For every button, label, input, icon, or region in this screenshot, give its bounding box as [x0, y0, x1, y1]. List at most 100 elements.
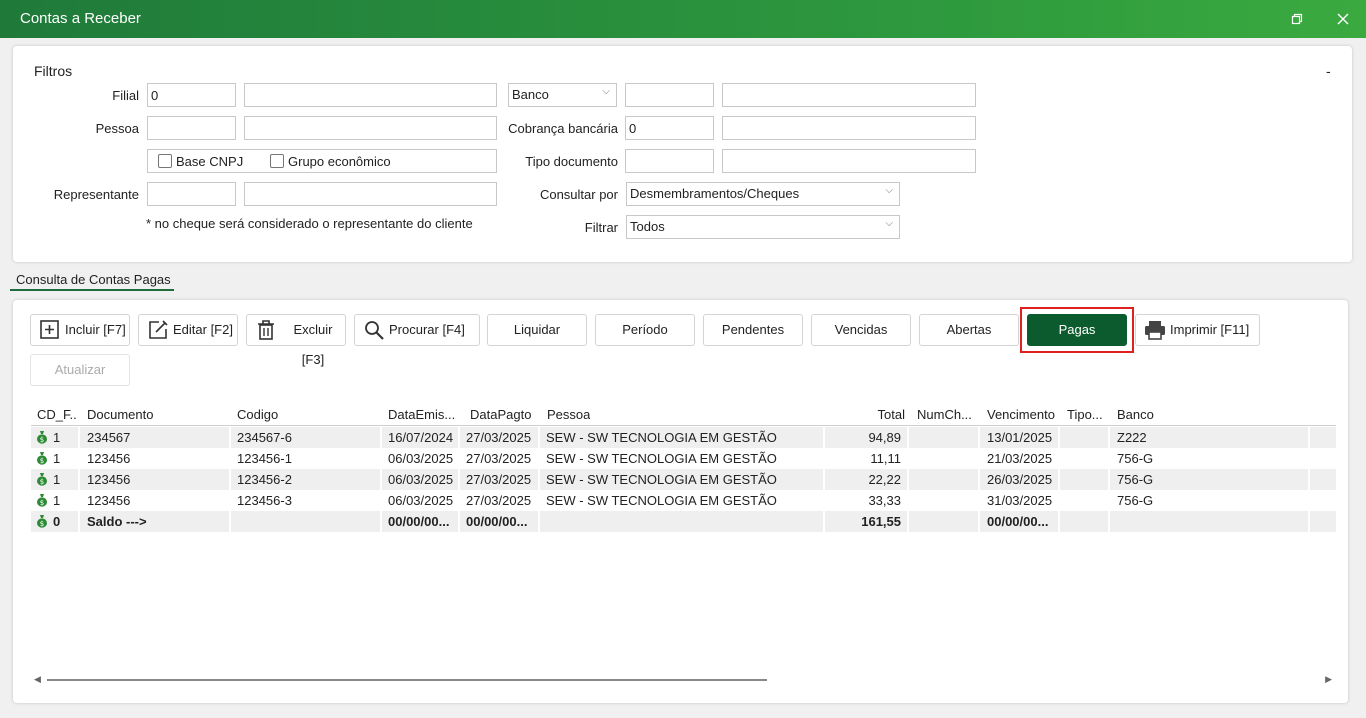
column-header[interactable]: Vencimento	[987, 407, 1055, 422]
tab-underline	[10, 289, 174, 291]
banco-code-input[interactable]	[625, 83, 714, 107]
column-header[interactable]: Tipo...	[1067, 407, 1103, 422]
grupo-economico-checkbox[interactable]	[270, 154, 284, 168]
cell-documento: 123456	[87, 472, 131, 487]
column-separator	[458, 427, 460, 448]
cobranca-name-input[interactable]	[722, 116, 976, 140]
cell-pessoa: SEW - SW TECNOLOGIA EM GESTÃO	[546, 430, 777, 445]
representante-note: * no cheque será considerado o represent…	[146, 216, 473, 231]
pagas-button[interactable]: Pagas	[1027, 314, 1127, 346]
column-header[interactable]: CD_F...	[37, 407, 77, 422]
column-header[interactable]: Total	[825, 407, 905, 422]
periodo-button[interactable]: Período	[595, 314, 695, 346]
column-separator	[1308, 469, 1310, 490]
pendentes-button[interactable]: Pendentes	[703, 314, 803, 346]
procurar-button[interactable]: Procurar [F4]	[354, 314, 480, 346]
vencidas-button[interactable]: Vencidas	[811, 314, 911, 346]
column-header[interactable]: Banco	[1117, 407, 1154, 422]
column-separator	[1308, 448, 1310, 469]
abertas-button[interactable]: Abertas	[919, 314, 1019, 346]
editar-button[interactable]: Editar [F2]	[138, 314, 238, 346]
filial-name-input[interactable]	[244, 83, 497, 107]
column-separator	[229, 427, 231, 448]
table-row[interactable]: $1 123456 123456-1 06/03/2025 27/03/2025 SEW …	[31, 448, 1336, 469]
scroll-right-icon[interactable]: ▶	[1325, 674, 1332, 685]
column-header[interactable]: Codigo	[237, 407, 278, 422]
cell-emissao: 06/03/2025	[388, 472, 454, 487]
add-icon	[40, 320, 59, 339]
filtrar-select[interactable]: Todos ⌵	[626, 215, 900, 239]
liquidar-button[interactable]: Liquidar	[487, 314, 587, 346]
atualizar-button[interactable]: Atualizar	[30, 354, 130, 386]
column-separator	[907, 490, 909, 511]
excluir-button[interactable]: Excluir [F3]	[246, 314, 346, 367]
consultar-por-select[interactable]: Desmembramentos/Cheques ⌵	[626, 182, 900, 206]
pessoa-code-input[interactable]	[147, 116, 236, 140]
tab-consulta-contas-pagas[interactable]: Consulta de Contas Pagas	[16, 272, 171, 287]
tipo-documento-code-input[interactable]	[625, 149, 714, 173]
column-separator	[229, 511, 231, 532]
column-header[interactable]: DataEmis...	[388, 407, 455, 422]
cell-cd: 1	[53, 451, 61, 466]
money-bag-icon: $	[37, 494, 47, 507]
pessoa-options-box: Base CNPJ Grupo econômico	[147, 149, 497, 173]
column-separator	[78, 469, 80, 490]
cobranca-label: Cobrança bancária	[508, 121, 618, 136]
column-separator	[78, 490, 80, 511]
close-icon[interactable]	[1333, 9, 1353, 29]
pessoa-name-input[interactable]	[244, 116, 497, 140]
cobranca-code-input[interactable]	[625, 116, 714, 140]
cell-emissao: 00/00/00...	[388, 514, 450, 529]
column-header[interactable]: Documento	[87, 407, 153, 422]
money-bag-icon: $	[37, 473, 47, 486]
cell-cd: 1	[53, 430, 61, 445]
column-separator	[538, 469, 540, 490]
restore-icon[interactable]	[1287, 9, 1307, 29]
representante-name-input[interactable]	[244, 182, 497, 206]
cell-codigo: 123456-3	[237, 493, 292, 508]
column-separator	[458, 448, 460, 469]
collapse-filters-button[interactable]: -	[1326, 63, 1331, 79]
scrollbar-thumb[interactable]	[47, 679, 767, 681]
column-header[interactable]: NumCh...	[917, 407, 972, 422]
column-separator	[1308, 427, 1310, 448]
total-row[interactable]: $0 Saldo ---> 00/00/00... 00/00/00... 161,55…	[31, 511, 1336, 532]
column-separator	[1308, 511, 1310, 532]
cell-documento: 123456	[87, 493, 131, 508]
table-row[interactable]: $1 123456 123456-2 06/03/2025 27/03/2025 SEW …	[31, 469, 1336, 490]
column-separator	[380, 427, 382, 448]
scroll-left-icon[interactable]: ◀	[34, 674, 41, 685]
filial-code-input[interactable]	[147, 83, 236, 107]
column-separator	[978, 448, 980, 469]
svg-text:$: $	[40, 499, 44, 507]
chevron-down-icon: ⌵	[885, 185, 893, 196]
excluir-label: Excluir [F3]	[293, 322, 333, 367]
banco-name-input[interactable]	[722, 83, 976, 107]
consultar-por-value: Desmembramentos/Cheques	[630, 186, 800, 201]
column-separator	[538, 448, 540, 469]
cell-vencimento: 13/01/2025	[987, 430, 1053, 445]
cell-pagto: 27/03/2025	[466, 472, 532, 487]
pessoa-label: Pessoa	[95, 121, 139, 136]
tipo-documento-label: Tipo documento	[525, 154, 618, 169]
incluir-button[interactable]: Incluir [F7]	[30, 314, 130, 346]
filters-title: Filtros	[34, 63, 73, 79]
cell-vencimento: 21/03/2025	[987, 451, 1053, 466]
banco-select[interactable]: Banco ⌵	[508, 83, 617, 107]
cell-banco: 756-G	[1117, 451, 1154, 466]
base-cnpj-checkbox[interactable]	[158, 154, 172, 168]
table-row[interactable]: $1 234567 234567-6 16/07/2024 27/03/2025 SEW …	[31, 427, 1336, 448]
column-header[interactable]: Pessoa	[547, 407, 590, 422]
imprimir-button[interactable]: Imprimir [F11]	[1135, 314, 1260, 346]
tipo-documento-name-input[interactable]	[722, 149, 976, 173]
horizontal-scrollbar[interactable]: ◀ ▶	[30, 670, 1336, 690]
cell-documento: Saldo --->	[87, 514, 147, 529]
column-separator	[380, 511, 382, 532]
table-row[interactable]: $1 123456 123456-3 06/03/2025 27/03/2025 SEW …	[31, 490, 1336, 511]
cell-pagto: 00/00/00...	[466, 514, 528, 529]
column-separator	[538, 511, 540, 532]
grid-header: CD_F... Documento Codigo DataEmis... Dat…	[31, 405, 1336, 425]
column-header[interactable]: DataPagto	[470, 407, 531, 422]
representante-code-input[interactable]	[147, 182, 236, 206]
consultar-por-label: Consultar por	[539, 187, 618, 202]
